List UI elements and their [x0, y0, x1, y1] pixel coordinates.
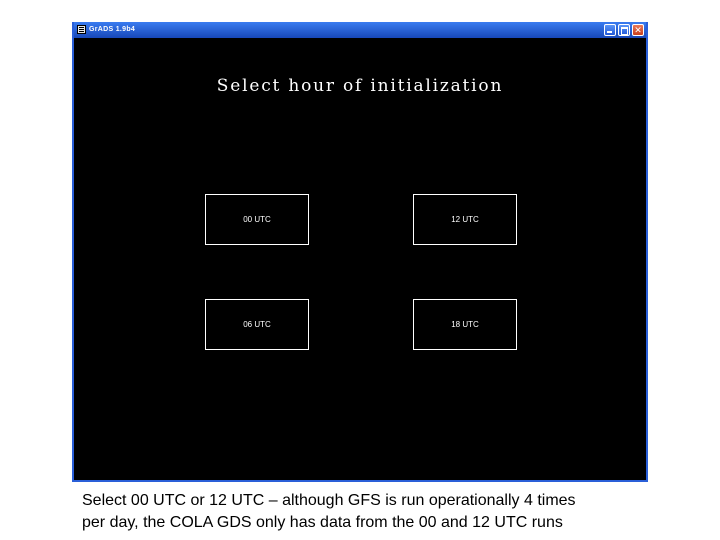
button-18-utc[interactable]: 18 UTC: [413, 299, 517, 350]
minimize-icon[interactable]: [604, 24, 616, 36]
maximize-icon[interactable]: [618, 24, 630, 36]
button-06-utc-label: 06 UTC: [243, 320, 271, 329]
button-00-utc-label: 00 UTC: [243, 215, 271, 224]
grads-app-icon[interactable]: [77, 25, 86, 34]
window-title: GrADS 1.9b4: [89, 26, 136, 33]
close-icon[interactable]: ✕: [632, 24, 644, 36]
button-18-utc-label: 18 UTC: [451, 320, 479, 329]
grads-window: GrADS 1.9b4 ✕ Select hour of initializat…: [72, 22, 648, 482]
screen-title: Select hour of initialization: [216, 76, 504, 96]
button-06-utc[interactable]: 06 UTC: [205, 299, 309, 350]
caption-line-1: Select 00 UTC or 12 UTC – although GFS i…: [82, 492, 576, 509]
window-titlebar[interactable]: GrADS 1.9b4 ✕: [74, 22, 646, 38]
button-00-utc[interactable]: 00 UTC: [205, 194, 309, 245]
button-12-utc-label: 12 UTC: [451, 215, 479, 224]
slide-caption: Select 00 UTC or 12 UTC – although GFS i…: [82, 490, 702, 534]
caption-line-2: per day, the COLA GDS only has data from…: [82, 514, 563, 531]
button-12-utc[interactable]: 12 UTC: [413, 194, 517, 245]
